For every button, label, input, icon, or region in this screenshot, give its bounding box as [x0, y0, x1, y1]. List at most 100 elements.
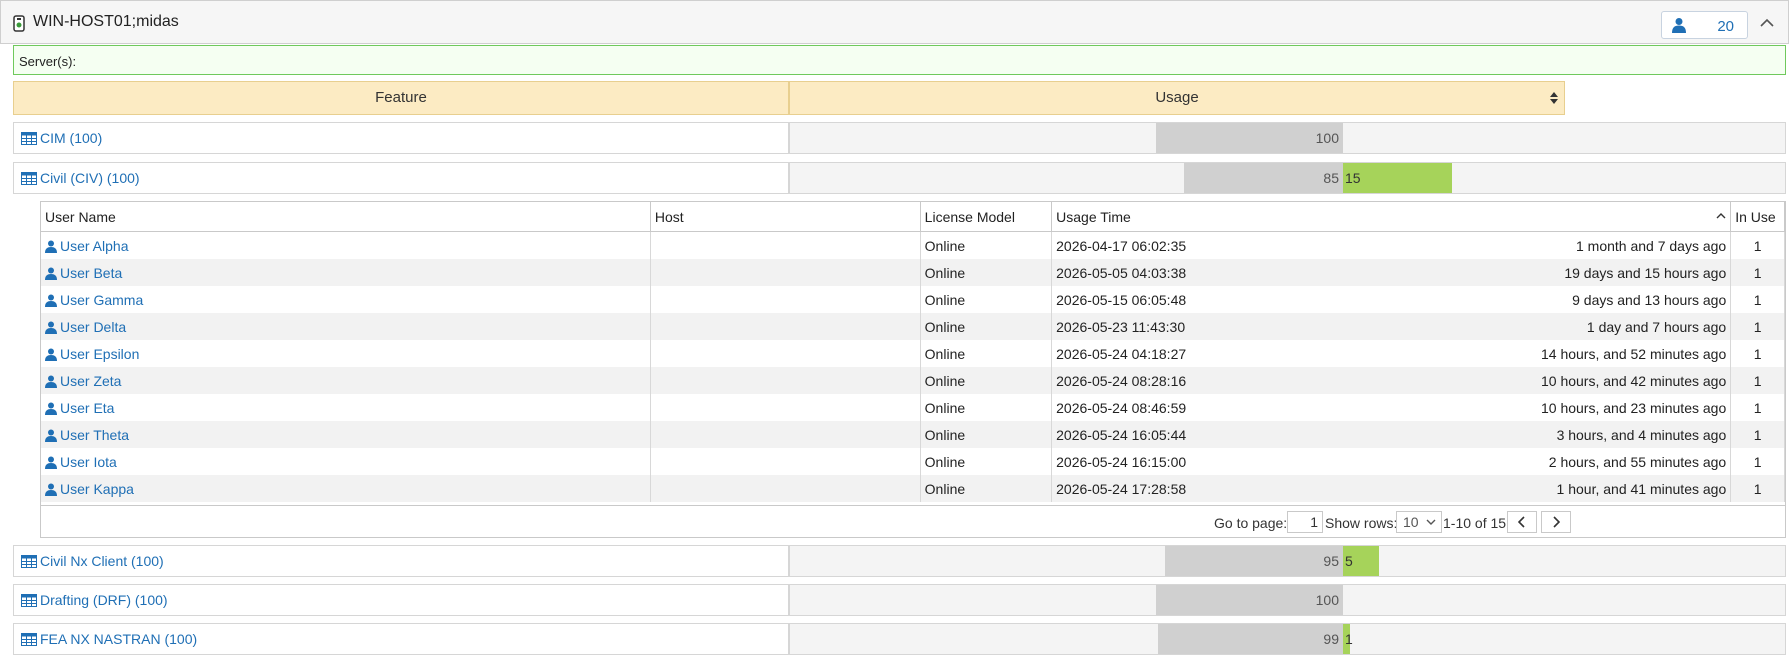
- user-row[interactable]: User Theta Online 2026-05-24 16:05:44 3 hou…: [41, 421, 1785, 448]
- in-use-header[interactable]: In Use: [1730, 202, 1785, 232]
- user-row[interactable]: User Epsilon Online 2026-05-24 04:18:27 14 …: [41, 340, 1785, 367]
- usage-relative-time: 14 hours, and 52 minutes ago: [1540, 346, 1727, 362]
- user-count-value: 20: [1717, 18, 1734, 35]
- usage-time-header-label: Usage Time: [1056, 208, 1131, 225]
- license-model-cell: Online: [920, 340, 1053, 367]
- available-licenses-bar: 5: [1343, 546, 1379, 576]
- usage-timestamp: 2026-05-24 17:28:58: [1056, 480, 1187, 497]
- user-name-link[interactable]: User Alpha: [60, 238, 128, 254]
- usage-time-cell: 2026-05-05 04:03:38 19 days and 15 hours …: [1051, 259, 1732, 286]
- feature-usage-bar: 85 15: [789, 162, 1786, 194]
- usage-column-header[interactable]: Usage: [789, 81, 1565, 115]
- previous-page-button[interactable]: [1507, 511, 1537, 533]
- table-icon: [21, 555, 37, 568]
- license-model-header[interactable]: License Model: [920, 202, 1053, 232]
- user-name-link[interactable]: User Eta: [60, 400, 114, 416]
- user-name-link[interactable]: User Epsilon: [60, 346, 139, 362]
- usage-time-cell: 2026-05-24 04:18:27 14 hours, and 52 minu…: [1051, 340, 1732, 367]
- feature-row[interactable]: FEA NX NASTRAN (100): [13, 623, 887, 655]
- feature-name-link[interactable]: Drafting (DRF) (100): [40, 592, 168, 608]
- user-name-link[interactable]: User Theta: [60, 427, 129, 443]
- table-icon: [21, 594, 37, 607]
- server-title: WIN-HOST01;midas: [33, 13, 179, 30]
- license-model-cell: Online: [920, 286, 1053, 313]
- host-cell: [650, 313, 921, 340]
- user-row[interactable]: User Eta Online 2026-05-24 08:46:59 10 hour…: [41, 394, 1785, 421]
- feature-name-link[interactable]: CIM (100): [40, 130, 102, 146]
- usage-time-cell: 2026-05-24 16:15:00 2 hours, and 55 minut…: [1051, 448, 1732, 475]
- license-model-cell: Online: [920, 448, 1053, 475]
- host-cell: [650, 475, 921, 502]
- usage-relative-time: 9 days and 13 hours ago: [1572, 292, 1727, 308]
- feature-row[interactable]: CIM (100): [13, 122, 887, 154]
- license-model-cell: Online: [920, 313, 1053, 340]
- in-use-cell: 1: [1730, 286, 1785, 313]
- usage-time-cell: 2026-05-24 16:05:44 3 hours, and 4 minute…: [1051, 421, 1732, 448]
- host-cell: [650, 340, 921, 367]
- feature-column-header[interactable]: Feature: [13, 81, 789, 115]
- host-header[interactable]: Host: [650, 202, 921, 232]
- feature-row[interactable]: Civil (CIV) (100): [13, 162, 887, 194]
- usage-timestamp: 2026-05-24 16:15:00: [1056, 453, 1187, 470]
- usage-timestamp: 2026-04-17 06:02:35: [1056, 237, 1187, 254]
- usage-time-cell: 2026-05-24 08:46:59 10 hours, and 23 minu…: [1051, 394, 1732, 421]
- user-row[interactable]: User Delta Online 2026-05-23 11:43:30 1 day…: [41, 313, 1785, 340]
- license-server-icon: [13, 15, 25, 32]
- used-licenses-bar: 100: [1156, 123, 1343, 153]
- user-row[interactable]: User Kappa Online 2026-05-24 17:28:58 1 hou…: [41, 475, 1785, 502]
- user-count-button[interactable]: 20: [1661, 11, 1748, 39]
- user-icon: [45, 402, 57, 415]
- usage-time-header[interactable]: Usage Time: [1051, 202, 1732, 232]
- user-name-link[interactable]: User Delta: [60, 319, 126, 335]
- rows-per-page-select[interactable]: 10: [1396, 511, 1442, 533]
- usage-timestamp: 2026-05-24 08:28:16: [1056, 372, 1187, 389]
- page-number-input[interactable]: 1: [1287, 511, 1323, 533]
- user-icon: [45, 483, 57, 496]
- goto-page-label: Go to page:: [1214, 515, 1288, 531]
- license-model-cell: Online: [920, 367, 1053, 394]
- servers-row: Server(s):: [13, 45, 1786, 75]
- users-table-header-row: User Name Host License Model Usage Time …: [41, 202, 1785, 232]
- feature-row[interactable]: Civil Nx Client (100): [13, 545, 887, 577]
- usage-timestamp: 2026-05-24 04:18:27: [1056, 345, 1187, 362]
- user-row[interactable]: User Alpha Online 2026-04-17 06:02:35 1 mon…: [41, 231, 1785, 259]
- users-table: User Name Host License Model Usage Time …: [41, 202, 1785, 502]
- user-row[interactable]: User Iota Online 2026-05-24 16:15:00 2 hour…: [41, 448, 1785, 475]
- in-use-cell: 1: [1730, 340, 1785, 367]
- user-name-link[interactable]: User Kappa: [60, 481, 134, 497]
- user-name-link[interactable]: User Iota: [60, 454, 117, 470]
- user-name-cell: User Beta: [41, 259, 651, 286]
- usage-timestamp: 2026-05-24 08:46:59: [1056, 399, 1187, 416]
- next-page-button[interactable]: [1541, 511, 1571, 533]
- usage-timestamp: 2026-05-23 11:43:30: [1056, 318, 1186, 335]
- user-name-link[interactable]: User Beta: [60, 265, 122, 281]
- table-icon: [21, 633, 37, 646]
- rows-per-page-value: 10: [1403, 514, 1419, 530]
- feature-row[interactable]: Drafting (DRF) (100): [13, 584, 887, 616]
- user-row[interactable]: User Gamma Online 2026-05-15 06:05:48 9 day…: [41, 286, 1785, 313]
- user-name-cell: User Epsilon: [41, 340, 651, 367]
- show-rows-label: Show rows:: [1325, 515, 1398, 531]
- user-row[interactable]: User Zeta Online 2026-05-24 08:28:16 10 hou…: [41, 367, 1785, 394]
- user-icon: [45, 294, 57, 307]
- usage-relative-time: 3 hours, and 4 minutes ago: [1556, 427, 1727, 443]
- user-name-cell: User Kappa: [41, 475, 651, 502]
- user-name-cell: User Eta: [41, 394, 651, 421]
- host-cell: [650, 448, 921, 475]
- collapse-chevron-icon[interactable]: [1755, 11, 1779, 35]
- user-name-header[interactable]: User Name: [41, 202, 651, 232]
- feature-name-link[interactable]: FEA NX NASTRAN (100): [40, 631, 197, 647]
- user-name-link[interactable]: User Gamma: [60, 292, 143, 308]
- feature-name-link[interactable]: Civil (CIV) (100): [40, 170, 140, 186]
- user-name-cell: User Alpha: [41, 231, 651, 259]
- user-row[interactable]: User Beta Online 2026-05-05 04:03:38 19 day…: [41, 259, 1785, 286]
- license-model-cell: Online: [920, 259, 1053, 286]
- usage-time-cell: 2026-04-17 06:02:35 1 month and 7 days ag…: [1051, 231, 1732, 259]
- users-subtable: User Name Host License Model Usage Time …: [40, 201, 1786, 538]
- sort-ascending-icon: [1716, 213, 1726, 219]
- in-use-cell: 1: [1730, 394, 1785, 421]
- user-name-link[interactable]: User Zeta: [60, 373, 121, 389]
- usage-header-label: Usage: [1155, 89, 1199, 106]
- available-licenses-bar: 1: [1343, 624, 1353, 654]
- feature-name-link[interactable]: Civil Nx Client (100): [40, 553, 164, 569]
